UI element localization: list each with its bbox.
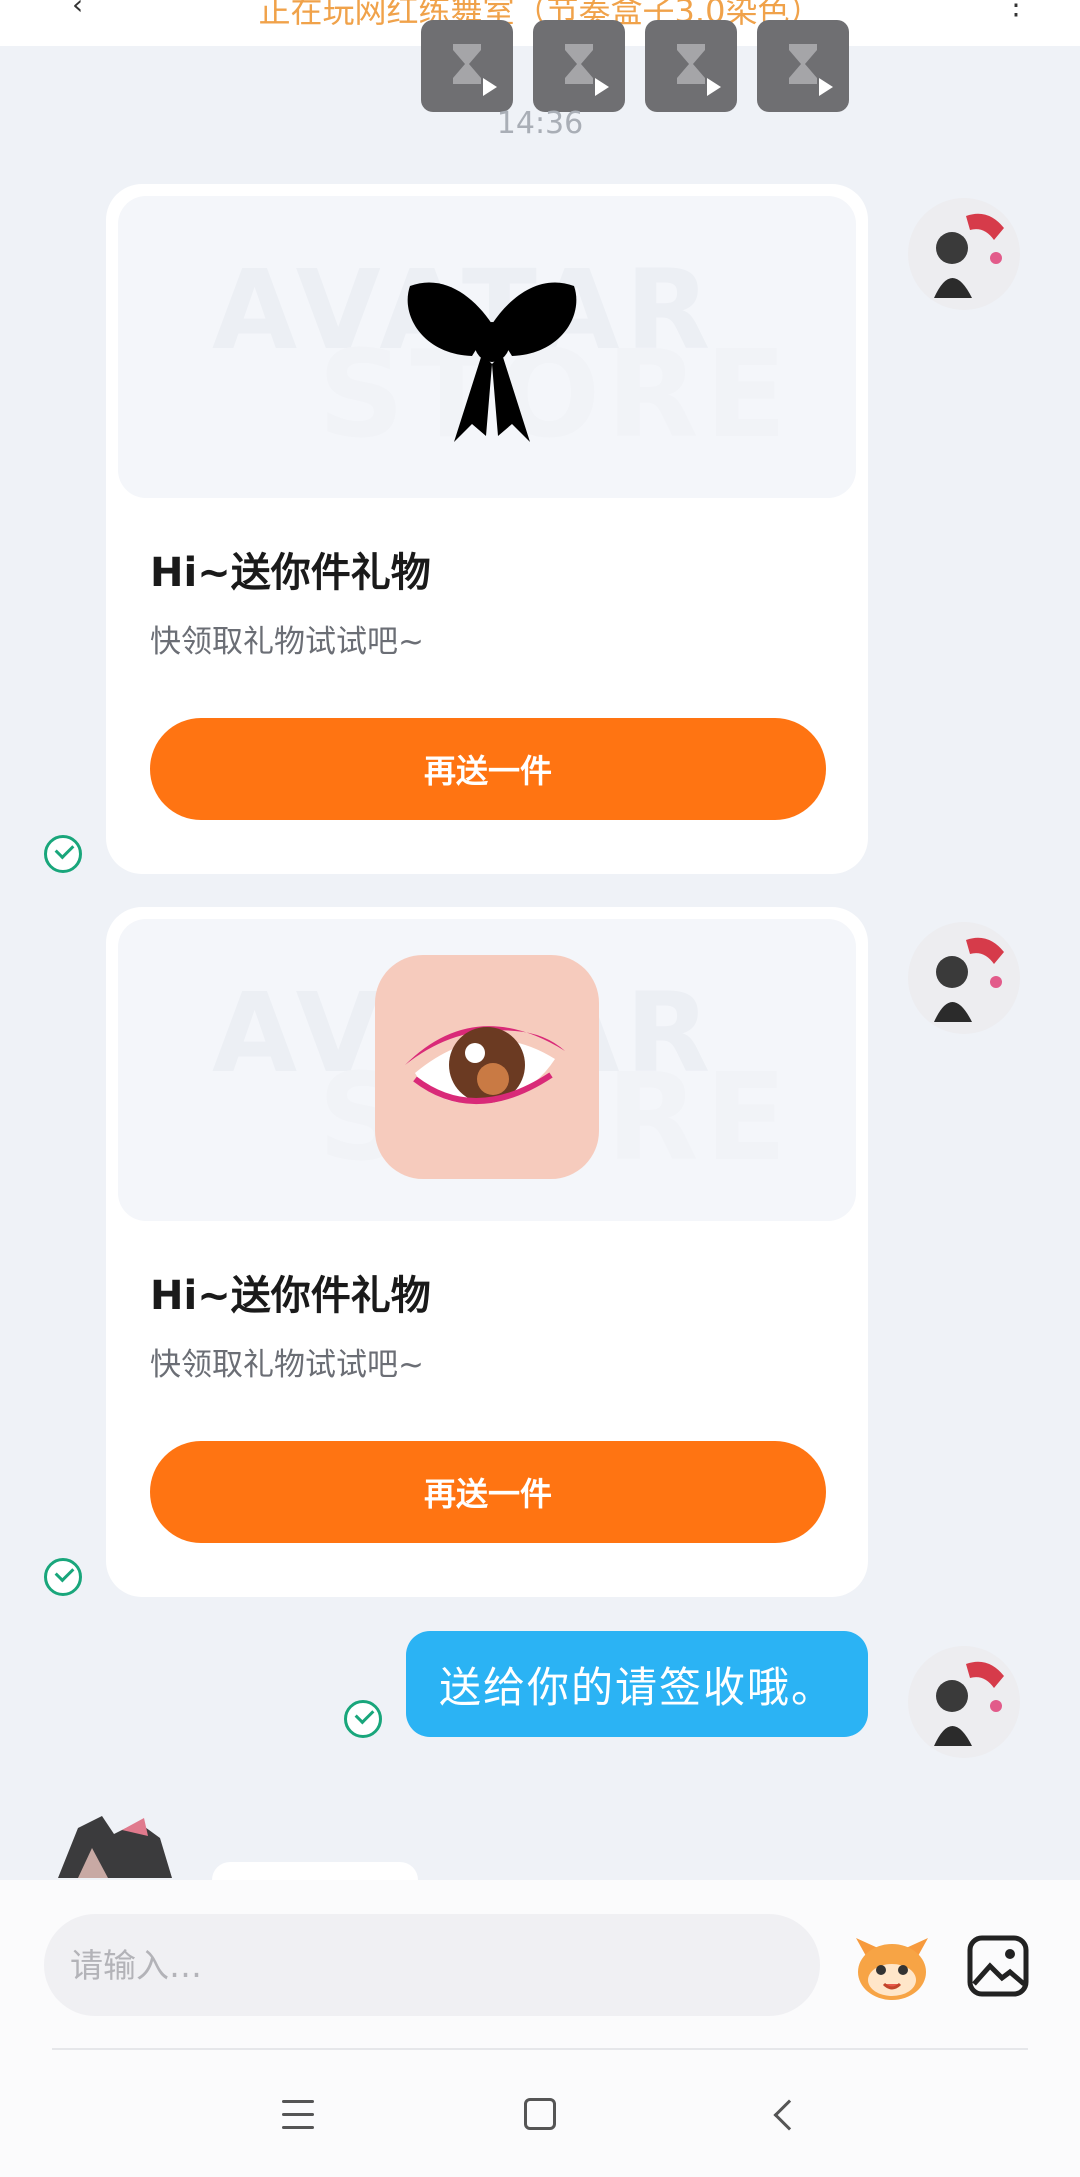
hourglass-icon	[789, 44, 817, 84]
message-timestamp: 14:36	[496, 106, 584, 141]
eye-makeup-icon	[375, 955, 599, 1179]
video-thumbnail[interactable]	[421, 20, 513, 112]
mascot-emoji-icon[interactable]	[852, 1926, 932, 2006]
play-icon	[595, 78, 609, 96]
video-thumbnail[interactable]	[757, 20, 849, 112]
avatar-image	[908, 198, 1020, 310]
recent-videos	[421, 20, 849, 112]
avatar-image	[908, 1646, 1020, 1758]
hourglass-icon	[453, 44, 481, 84]
image-icon[interactable]	[966, 1934, 1030, 1998]
menu-icon[interactable]	[282, 2100, 314, 2130]
avatar[interactable]	[908, 1646, 1020, 1758]
gift-card: AVATAR STORE Hi~送你件礼物 快领取礼物试试吧~ 再送一件	[106, 184, 868, 874]
send-another-button[interactable]: 再送一件	[150, 718, 826, 820]
hourglass-icon	[565, 44, 593, 84]
avatar[interactable]	[908, 198, 1020, 310]
hourglass-icon	[677, 44, 705, 84]
sent-check-icon	[44, 835, 82, 873]
gift-title: Hi~送你件礼物	[150, 550, 431, 596]
more-icon[interactable]: ⋮	[1002, 0, 1030, 21]
video-thumbnail[interactable]	[645, 20, 737, 112]
chat-bubble[interactable]: 送给你的请签收哦。	[406, 1631, 868, 1737]
video-thumbnail[interactable]	[533, 20, 625, 112]
avatar-image	[908, 922, 1020, 1034]
send-another-button[interactable]: 再送一件	[150, 1441, 826, 1543]
gift-banner: AVATAR STORE	[118, 196, 856, 498]
divider	[52, 2048, 1028, 2050]
contact-avatar-image	[58, 1816, 172, 1878]
sent-check-icon	[44, 1558, 82, 1596]
sent-check-icon	[344, 1700, 382, 1738]
avatar[interactable]	[908, 922, 1020, 1034]
gift-banner: AVATAR STORE	[118, 919, 856, 1221]
back-nav-icon[interactable]	[773, 2099, 805, 2131]
composer-area	[0, 1880, 1080, 2177]
gift-title: Hi~送你件礼物	[150, 1273, 431, 1319]
system-nav-bar	[0, 2076, 1080, 2166]
home-icon[interactable]	[524, 2098, 556, 2130]
incoming-bubble	[212, 1862, 418, 1882]
gift-subtitle: 快领取礼物试试吧~	[150, 624, 424, 660]
play-icon	[819, 78, 833, 96]
play-icon	[707, 78, 721, 96]
bow-icon	[407, 282, 577, 442]
play-icon	[483, 78, 497, 96]
gift-subtitle: 快领取礼物试试吧~	[150, 1347, 424, 1383]
message-input[interactable]	[44, 1914, 820, 2016]
gift-card: AVATAR STORE Hi~送你件礼物 快领取礼物试试吧~ 再送一件	[106, 907, 868, 1597]
contact-avatar[interactable]	[48, 1808, 178, 1878]
